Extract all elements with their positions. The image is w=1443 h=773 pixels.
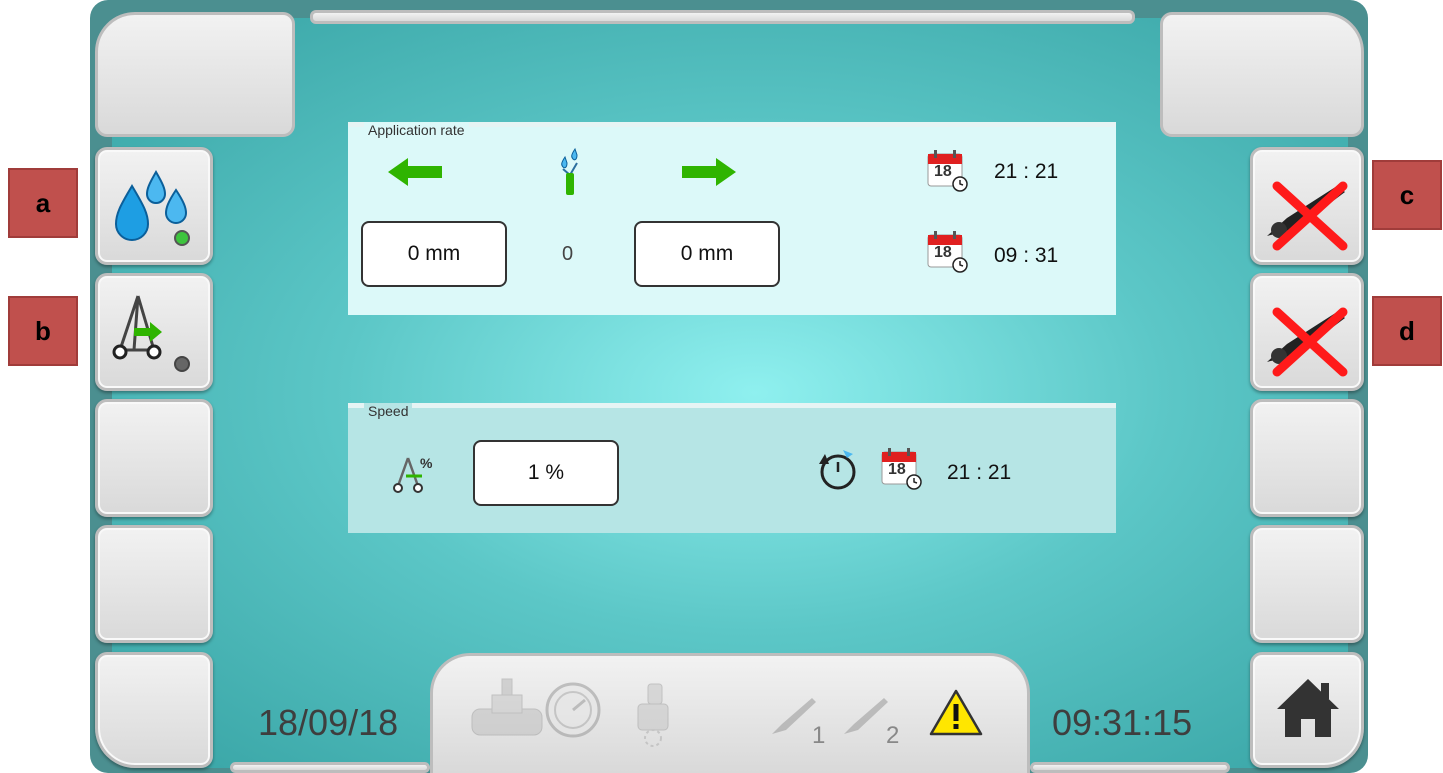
time-top: 21 : 21: [994, 160, 1059, 183]
left-softkey-3[interactable]: [95, 399, 213, 517]
bottom-left-tab: [230, 762, 430, 773]
right-softkey-4[interactable]: [1250, 525, 1364, 643]
water-drops-icon: [114, 170, 190, 246]
left-softkey-4[interactable]: [95, 525, 213, 643]
home-button[interactable]: [1250, 652, 1364, 768]
top-right-tab: [1160, 12, 1364, 137]
status-date: 18/09/18: [258, 702, 399, 743]
pressure-gauge-icon: [545, 682, 601, 738]
speed-time: 21 : 21: [947, 461, 1012, 484]
travel-mode-button[interactable]: [95, 273, 213, 391]
top-center-tab: [310, 10, 1135, 24]
marker-a: a: [8, 168, 78, 238]
right-rate-field[interactable]: 0 mm: [634, 221, 780, 287]
valve-icon: [471, 678, 543, 736]
speed-field[interactable]: 1 %: [473, 440, 619, 506]
calendar-day: 18: [934, 244, 952, 261]
left-softkey-5[interactable]: [95, 652, 213, 768]
calendar-clock-icon: 18: [880, 446, 922, 490]
marker-b: b: [8, 296, 78, 366]
sprinkler-icon: [561, 147, 578, 195]
marker-d: d: [1372, 296, 1442, 366]
gun-1-number: 1: [812, 722, 826, 749]
arrow-right-icon[interactable]: [680, 158, 736, 186]
home-icon: [1277, 679, 1339, 737]
reel-cart-icon: [112, 295, 190, 372]
left-rate-field[interactable]: 0 mm: [361, 221, 507, 287]
calendar-clock-icon: 18: [926, 229, 968, 273]
application-rate-legend: Application rate: [364, 122, 469, 138]
calendar-day: 18: [934, 163, 952, 180]
gun-crossed-icon: [1267, 181, 1348, 251]
bottom-right-tab: [1030, 762, 1230, 773]
arrow-left-icon[interactable]: [388, 158, 444, 186]
status-clock: 09:31:15: [1052, 702, 1193, 743]
gun-2-disabled-button[interactable]: [1250, 273, 1364, 391]
warning-icon[interactable]: [928, 688, 984, 738]
center-rate-value: 0: [562, 243, 574, 265]
time-bottom: 09 : 31: [994, 244, 1059, 267]
gun-2-icon: [844, 698, 888, 734]
gun-2-number: 2: [886, 722, 900, 749]
marker-c: c: [1372, 160, 1442, 230]
speed-percent-icon: %: [393, 455, 433, 493]
irrigation-mode-button[interactable]: [95, 147, 213, 265]
right-softkey-3[interactable]: [1250, 399, 1364, 517]
turbine-icon: [637, 683, 669, 747]
svg-text:%: %: [420, 455, 433, 471]
speed-legend: Speed: [364, 403, 413, 419]
top-left-tab: [95, 12, 295, 137]
gun-1-disabled-button[interactable]: [1250, 147, 1364, 265]
calendar-clock-icon: 18: [926, 148, 968, 192]
calendar-day: 18: [888, 461, 906, 478]
timer-refresh-icon: [819, 450, 856, 490]
gun-1-icon: [772, 698, 816, 734]
gun-crossed-icon: [1267, 307, 1348, 377]
